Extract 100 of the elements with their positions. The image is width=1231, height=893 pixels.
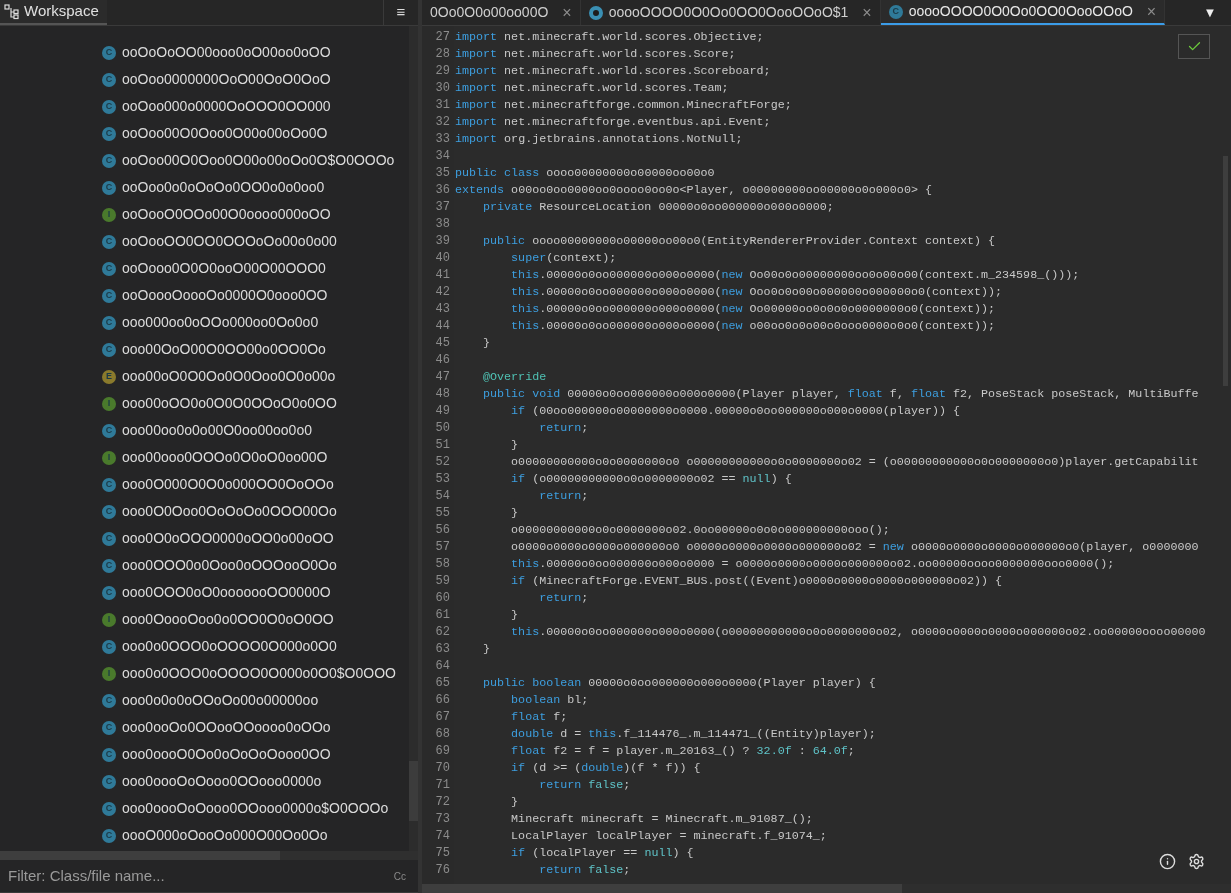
tree-item[interactable]: C ooOoOoOO00ooo0oO00oo0oOO (0, 39, 409, 66)
code-line: import net.minecraftforge.common.MinecraftForge; (455, 98, 792, 112)
code-line: public boolean 00000o0oo000000o000o0000(Player player) { (482, 676, 876, 690)
tab-list-button[interactable]: ▼ (1189, 0, 1231, 25)
line-number: 58 (434, 556, 451, 573)
line-number: 70 (434, 760, 451, 777)
code-line: this.00000o0oo000000o000o0000(o00000000000o0o0000000o02, o0000o0000o0000o000000o02.oo00000oooo00000 (510, 625, 1206, 639)
line-number: 51 (434, 437, 451, 454)
line-number: 60 (434, 590, 451, 607)
tree-item[interactable]: C ooOoo00O0Ooo0O00o00oOo0O$O0OOOo (0, 147, 409, 174)
code-line: o0000o0000o0000o000000o0 o0000o0000o0000o000000o02 = new o0000o0000o0000o000000o0(player, o0000000 (510, 540, 1199, 554)
line-number: 50 (434, 420, 451, 437)
line-number: 30 (434, 80, 451, 97)
class-type-icon: C (102, 153, 116, 168)
line-number: 48 (434, 386, 451, 403)
tree-item[interactable]: C ooOoo000o0000OoOOO0OO000 (0, 93, 409, 120)
tree-item[interactable]: C ooOoooOoooOo0000O0ooo0OO (0, 282, 409, 309)
tree-item[interactable]: C ooo0O0oOOO0000oOO0o00oOO (0, 525, 409, 552)
tree-item[interactable]: C ooOooOO0OO0OOOoOo00o0o00 (0, 228, 409, 255)
tree-item[interactable]: E ooo00oO0O0Oo0O0Ooo0O0o00o (0, 363, 409, 390)
line-number: 45 (434, 335, 451, 352)
line-number: 47 (434, 369, 451, 386)
code-line: } (510, 438, 519, 452)
info-icon[interactable] (1159, 853, 1176, 870)
line-number: 76 (434, 862, 451, 879)
hierarchy-icon (4, 3, 20, 20)
line-number: 36 (434, 182, 451, 199)
line-number: 39 (434, 233, 451, 250)
class-type-icon: C (102, 747, 116, 762)
tree-item[interactable]: C ooo0oooO0Oo0oOoOoOooo0OO (0, 741, 409, 768)
code-line: import net.minecraftforge.eventbus.api.Event; (455, 115, 771, 129)
tree-item[interactable]: C ooo0O0Ooo0OoOoOo0OOO00Oo (0, 498, 409, 525)
line-number: 27 (434, 29, 451, 46)
code-line: import net.minecraft.world.scores.Team; (455, 81, 729, 95)
code-line: public class oooo00000000o00000oo00o0 (455, 166, 715, 180)
line-number: 37 (434, 199, 451, 216)
editor-tab[interactable]: ooooOOOO0O0Oo0OO0OooOOoO$1 × (580, 0, 881, 25)
close-tab-button[interactable]: × (562, 4, 572, 21)
class-type-icon: C (102, 342, 116, 357)
line-number: 72 (434, 794, 451, 811)
class-type-icon: C (102, 477, 116, 492)
tree-item[interactable]: C ooo0o0o0oOOoOo00o00000oo (0, 687, 409, 714)
tree-item[interactable]: C ooo0ooOo0OOooOOoooo0oOOo (0, 714, 409, 741)
code-line: return; (538, 421, 589, 435)
tree-item[interactable]: C ooo0oooOoOooo0OOooo0000o (0, 768, 409, 795)
line-number: 68 (434, 726, 451, 743)
tree-item[interactable]: C ooo0O000O0O0o000OO0OoOOo (0, 471, 409, 498)
line-number: 73 (434, 811, 451, 828)
tree-item[interactable]: C ooo0oooOoOooo0OOooo0000o$O0OOOo (0, 795, 409, 822)
line-number: 42 (434, 284, 451, 301)
code-line: this.00000o0oo000000o000o0000 = o0000o0000o0000o000000o02.oo00000oooo0000000ooo0000(); (510, 557, 1115, 571)
editor-tab[interactable]: 0Oo0O0o00oo00O × (422, 0, 581, 25)
class-type-icon: C (102, 261, 116, 276)
workspace-tab[interactable]: Workspace (0, 0, 107, 25)
check-button[interactable] (1178, 34, 1210, 59)
tree-item[interactable]: C ooOoo00O0Ooo0O00o00oOo0O (0, 120, 409, 147)
settings-icon[interactable] (1188, 853, 1205, 870)
line-number: 38 (434, 216, 451, 233)
tab-label: ooooOOOO0O0Oo0OO0OooOOoO$1 (608, 3, 849, 22)
class-type-icon: C (102, 531, 116, 546)
line-number: 62 (434, 624, 451, 641)
class-type-icon: C (102, 315, 116, 330)
match-case-button[interactable]: Cc (393, 868, 406, 884)
tree-item[interactable]: C ooo0OOO0o0Ooo0oOOOooO0Oo (0, 552, 409, 579)
class-type-icon: C (102, 828, 116, 843)
line-number: 34 (434, 148, 451, 165)
line-number: 66 (434, 692, 451, 709)
tree-item[interactable]: C ooOoo0o0oOoOo0OO0o0o0oo0 (0, 174, 409, 201)
horizontal-scrollbar[interactable] (0, 851, 418, 860)
code-line: import net.minecraft.world.scores.Score; (455, 47, 736, 61)
tree-item[interactable]: C ooOooo0O0O0ooO00O00OOO0 (0, 255, 409, 282)
line-number: 65 (434, 675, 451, 692)
class-type-icon: C (102, 45, 116, 60)
code-line: this.00000o0oo000000o000o0000(new Oo00o0o00000000oo0o00o00(context.m_234598_())); (510, 268, 1080, 282)
line-number: 55 (434, 505, 451, 522)
code-line: private ResourceLocation 00000o0oo000000o000o0000; (482, 200, 834, 214)
code-line: boolean bl; (510, 693, 589, 707)
tree-item[interactable]: C ooo0OOO0oO0ooooooOO0000O (0, 579, 409, 606)
code-line: import org.jetbrains.annotations.NotNull; (455, 132, 743, 146)
editor-tab[interactable]: C ooooOOOO0O0Oo0OO0OooOOoO × (880, 0, 1166, 25)
class-type-icon: C (102, 693, 116, 708)
code-line: o00000000000o0o0000000o02.0oo00000o0o0o000000000ooo(); (510, 523, 890, 537)
tab-label: ooooOOOO0O0Oo0OO0OooOOoO (908, 2, 1133, 21)
tree-item[interactable]: C ooo0o0OOO0oOOOO0O000o0O0 (0, 633, 409, 660)
close-tab-button[interactable]: × (1146, 3, 1157, 20)
class-type-icon: C (102, 288, 116, 303)
tree-item[interactable]: C ooo00OoO00O0OO00o0OO0Oo (0, 336, 409, 363)
tree-item[interactable]: C ooo00oo0o0o00O0oo00oo0o0 (0, 417, 409, 444)
tree-item[interactable]: C ooOoo0000000OoO00OoO0OoO (0, 66, 409, 93)
line-number: 67 (434, 709, 451, 726)
code-line: if (localPlayer == null) { (510, 846, 694, 860)
tree-item[interactable]: C oooO000oOooOo000O00Oo0Oo (0, 822, 409, 849)
line-number: 64 (434, 658, 451, 675)
close-tab-button[interactable]: × (862, 4, 872, 21)
code-line: LocalPlayer localPlayer = minecraft.f_91074_; (510, 829, 827, 843)
inner-class-icon (588, 5, 603, 20)
code-line: float f; (510, 710, 568, 724)
class-type-icon: C (102, 423, 116, 438)
class-type-icon: C (102, 72, 116, 87)
tree-item[interactable]: C ooo000oo0oOOo000oo0Oo0o0 (0, 309, 409, 336)
